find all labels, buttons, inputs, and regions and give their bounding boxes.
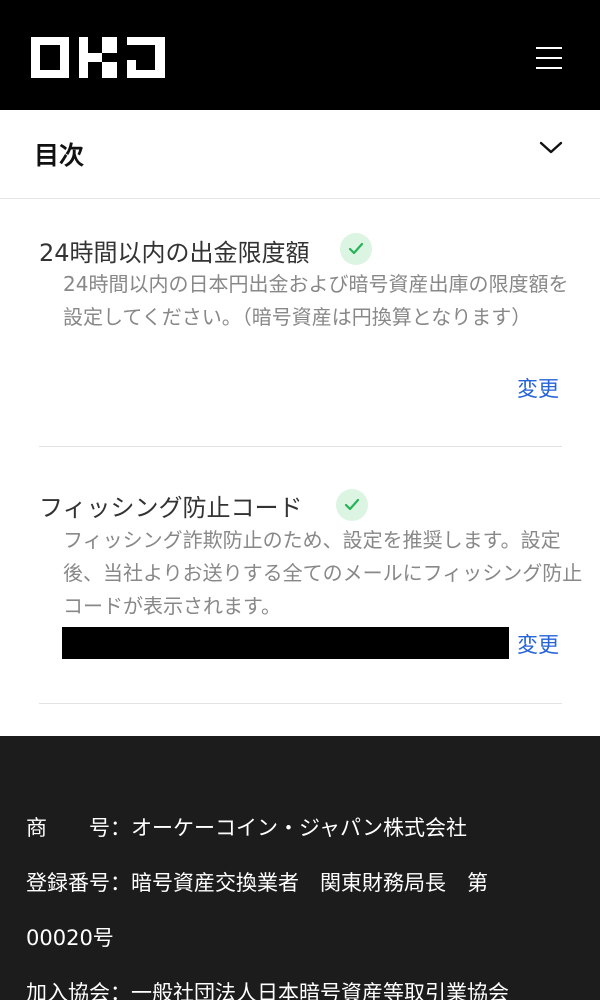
change-anti-phishing-link[interactable]: 変更 [517, 629, 559, 659]
section-title-anti-phishing: フィッシング防止コード [39, 494, 303, 522]
check-icon [336, 489, 368, 521]
divider [39, 446, 562, 447]
footer: 商 号：オーケーコイン・ジャパン株式会社 登録番号：暗号資産交換業者 関東財務局… [0, 736, 600, 1000]
footer-company-name: 商 号：オーケーコイン・ジャパン株式会社 [26, 816, 467, 840]
section-description-withdrawal-limit: 24時間以内の日本円出金および暗号資産出庫の限度額を設定してください。（暗号資産… [63, 272, 569, 329]
top-header [0, 0, 600, 110]
footer-registration-number: 登録番号：暗号資産交換業者 関東財務局長 第 [26, 871, 488, 895]
chevron-down-icon[interactable] [539, 141, 563, 155]
divider [39, 703, 562, 704]
toc-title: 目次 [34, 141, 85, 170]
check-icon [340, 233, 372, 265]
footer-association: 加入協会：一般社団法人日本暗号資産等取引業協会 [26, 981, 509, 1000]
section-title-withdrawal-limit: 24時間以内の出金限度額 [39, 239, 310, 267]
toc-toggle[interactable]: 目次 [0, 110, 600, 199]
okj-logo[interactable] [31, 37, 165, 78]
section-description-anti-phishing: フィッシング詐欺防止のため、設定を推奨します。設定後、当社よりお送りする全てのメ… [63, 528, 583, 618]
change-withdrawal-limit-link[interactable]: 変更 [517, 373, 559, 403]
redacted-anti-phishing-code [62, 627, 509, 659]
hamburger-menu-icon[interactable] [536, 45, 564, 71]
footer-registration-number-cont: 00020号 [26, 926, 114, 950]
